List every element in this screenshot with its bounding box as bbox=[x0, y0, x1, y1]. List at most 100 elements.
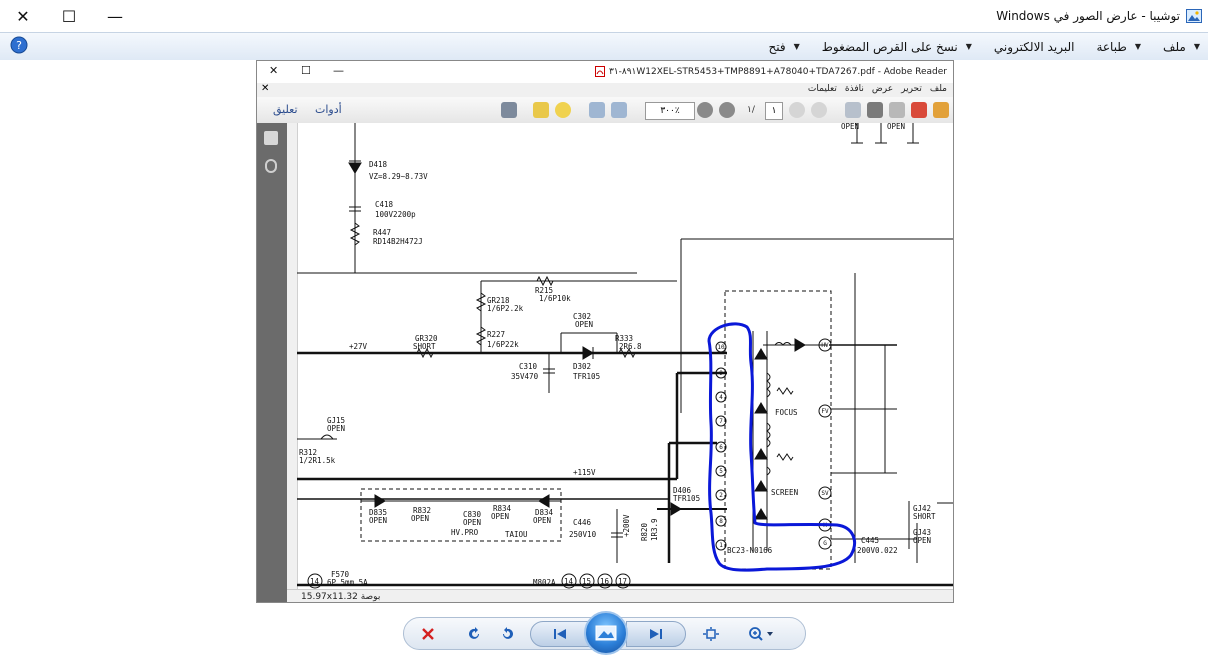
zoom-button[interactable] bbox=[746, 623, 778, 645]
close-window-button[interactable]: ✕ bbox=[0, 0, 46, 32]
open-file-icon bbox=[933, 102, 949, 118]
minimize-icon: — bbox=[107, 6, 123, 26]
label-r227: R227 bbox=[487, 330, 505, 339]
embedded-page-of: ١/ bbox=[747, 105, 755, 115]
menu-burn[interactable]: نسخ على القرص المضغوط ▼ bbox=[822, 40, 972, 54]
fbt-right-pin-3: SV bbox=[821, 490, 829, 497]
command-bar: ملف ▼ طباعة ▼ البريد الالكتروني نسخ على ال… bbox=[0, 32, 1208, 61]
pages-panel-icon bbox=[264, 131, 278, 145]
create-pdf-icon bbox=[911, 102, 927, 118]
menu-file[interactable]: ملف ▼ bbox=[1163, 40, 1200, 54]
fit-width-icon bbox=[611, 102, 627, 118]
label-pin16: 16 bbox=[600, 577, 610, 586]
label-r820v: 1R3.9 bbox=[650, 518, 659, 541]
chevron-down-icon: ▼ bbox=[793, 42, 800, 51]
chevron-down-icon: ▼ bbox=[1134, 42, 1142, 51]
embedded-close-icon: ✕ bbox=[269, 64, 279, 77]
embedded-status-bar: 15.97x11.32 بوصة bbox=[287, 589, 953, 602]
label-r832v: OPEN bbox=[411, 514, 429, 523]
fbt-pin-5: 6 bbox=[719, 444, 723, 451]
slideshow-button[interactable] bbox=[584, 611, 628, 655]
maximize-icon: ☐ bbox=[61, 6, 77, 26]
label-gj42v: SHORT bbox=[913, 512, 936, 521]
embedded-title-group: ٨٩١-٣١W12XEL-STR5453+TMP8891+A78040+TDA7… bbox=[594, 66, 947, 77]
label-vz: VZ=8.29~8.73V bbox=[369, 172, 428, 181]
label-c445: C445 bbox=[861, 536, 879, 545]
print-icon bbox=[867, 102, 883, 118]
label-c310v: 35V470 bbox=[511, 372, 539, 381]
embedded-menu-window: نافذة bbox=[844, 84, 864, 94]
zoom-icon bbox=[749, 627, 773, 641]
window-title-group: توشيبا - عارض الصور في Windows bbox=[996, 6, 1202, 26]
menu-email-label: البريد الالكتروني bbox=[993, 39, 1075, 54]
label-open-b: OPEN bbox=[887, 123, 905, 131]
sign-icon bbox=[533, 102, 549, 118]
rotate-clockwise-button[interactable] bbox=[464, 623, 486, 645]
previous-icon bbox=[554, 629, 566, 639]
label-pin17: 17 bbox=[618, 577, 627, 586]
rotate-counterclockwise-button[interactable] bbox=[496, 623, 518, 645]
delete-button[interactable] bbox=[417, 623, 439, 645]
fbt-pin-3: 4 bbox=[719, 394, 723, 401]
embedded-comment-link: تعليق bbox=[273, 103, 298, 116]
delete-icon bbox=[422, 628, 434, 640]
actual-size-icon bbox=[703, 627, 719, 641]
label-c446v: 250V10 bbox=[569, 530, 597, 539]
label-c302v: OPEN bbox=[575, 320, 593, 329]
label-r447: R447 bbox=[373, 228, 391, 237]
blue-annotation bbox=[707, 322, 856, 572]
label-d406v: TFR105 bbox=[673, 494, 700, 503]
embedded-title-bar: ✕ ☐ — ٨٩١-٣١W12XEL-STR5453+TMP8891+A7804… bbox=[257, 61, 953, 84]
maximize-window-button[interactable]: ☐ bbox=[46, 0, 92, 32]
label-focus: FOCUS bbox=[775, 408, 798, 417]
comment-bubble-icon bbox=[555, 102, 571, 118]
displayed-image: ✕ ☐ — ٨٩١-٣١W12XEL-STR5453+TMP8891+A7804… bbox=[256, 60, 954, 603]
help-icon[interactable]: ? bbox=[10, 36, 28, 54]
label-c310: C310 bbox=[519, 362, 538, 371]
label-c418v: 100V2200p bbox=[375, 210, 416, 219]
next-button[interactable] bbox=[626, 621, 686, 647]
embedded-menu-items: ملف تحرير عرض نافذة تعليمات bbox=[808, 84, 947, 94]
fbt-pin-2: 9 bbox=[719, 370, 723, 377]
menu-print[interactable]: طباعة ▼ bbox=[1096, 40, 1141, 54]
next-icon bbox=[650, 629, 662, 639]
embedded-minimize-icon: — bbox=[333, 64, 344, 77]
fullscreen-icon bbox=[501, 102, 517, 118]
save-icon bbox=[889, 102, 905, 118]
label-hvpro: HV.PRO bbox=[451, 528, 479, 537]
previous-button[interactable] bbox=[530, 621, 590, 647]
embedded-menu-close-icon: ✕ bbox=[261, 83, 270, 94]
next-page-icon bbox=[789, 102, 805, 118]
label-pin14-left: 14 bbox=[310, 577, 320, 586]
label-c446: C446 bbox=[573, 518, 592, 527]
menu-print-label: طباعة bbox=[1096, 39, 1127, 54]
title-bar: ✕ ☐ — توشيبا - عارض الصور في Windows bbox=[0, 0, 1210, 32]
label-r333v: 2R6.8 bbox=[619, 342, 642, 351]
fbt-pin-4: 7 bbox=[719, 418, 723, 425]
fbt-pin-6: 5 bbox=[719, 468, 723, 475]
label-d302: D302 bbox=[573, 362, 591, 371]
fbt-pin-9: 1 bbox=[719, 542, 723, 549]
embedded-page-size: 15.97x11.32 بوصة bbox=[301, 592, 381, 602]
label-gr320v: SHORT bbox=[413, 342, 436, 351]
label-taiou: TAIOU bbox=[505, 530, 528, 539]
label-r215v: 1/6P10k bbox=[539, 294, 571, 303]
chevron-down-icon: ▼ bbox=[1193, 42, 1200, 51]
label-gr218v: 1/6P2.2k bbox=[487, 304, 524, 313]
minimize-window-button[interactable]: — bbox=[92, 0, 138, 32]
label-r834v: OPEN bbox=[491, 512, 509, 521]
command-items: ملف ▼ طباعة ▼ البريد الالكتروني نسخ على ال… bbox=[769, 33, 1201, 60]
menu-email[interactable]: البريد الالكتروني bbox=[994, 40, 1075, 54]
fbt-pin-1: 10 bbox=[717, 344, 725, 351]
menu-open[interactable]: فتح ▼ bbox=[769, 40, 800, 54]
pdf-icon bbox=[594, 66, 605, 77]
label-gj43v: OPEN bbox=[913, 536, 931, 545]
label-open-a: OPEN bbox=[841, 123, 859, 131]
schematic-drawing: D418 VZ=8.29~8.73V C418 100V2200p R447 R… bbox=[297, 123, 953, 589]
label-c418: C418 bbox=[375, 200, 394, 209]
menu-file-label: ملف bbox=[1163, 39, 1186, 54]
actual-size-button[interactable] bbox=[700, 623, 722, 645]
photo-viewer-icon bbox=[1186, 9, 1202, 23]
label-r227v: 1/6P22k bbox=[487, 340, 519, 349]
zoom-out-icon bbox=[719, 102, 735, 118]
